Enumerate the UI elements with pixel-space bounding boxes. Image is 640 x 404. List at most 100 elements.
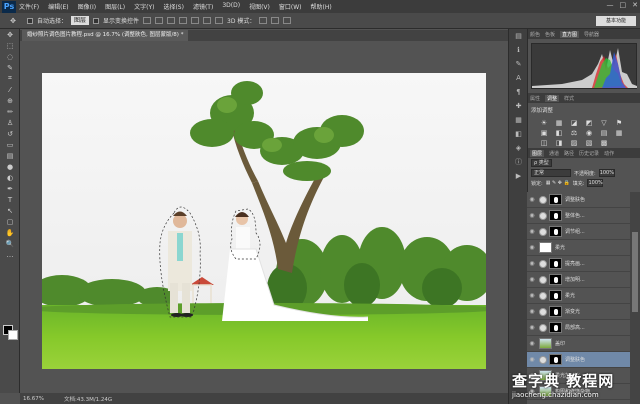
posterize-icon[interactable]: ◨: [555, 139, 563, 147]
channel-mixer-icon[interactable]: ▤: [600, 129, 608, 137]
tab-layers[interactable]: 图层: [530, 149, 545, 157]
menu-image[interactable]: 图像(I): [78, 2, 96, 11]
levels-icon[interactable]: ▦: [555, 119, 563, 127]
3d-roll-icon[interactable]: [271, 17, 280, 24]
paragraph-panel-icon[interactable]: ¶: [509, 85, 528, 99]
exposure-icon[interactable]: ◩: [585, 119, 593, 127]
layer-row[interactable]: ◉ 渐变光: [527, 304, 630, 320]
crop-tool[interactable]: ⌗: [0, 73, 20, 84]
maximize-icon[interactable]: □: [620, 1, 627, 9]
align-middle-icon[interactable]: [155, 17, 164, 24]
zoom-level[interactable]: 16.67%: [23, 396, 44, 402]
visibility-eye-icon[interactable]: ◉: [527, 276, 537, 283]
visibility-eye-icon[interactable]: ◉: [527, 292, 537, 299]
menu-type[interactable]: 文字(Y): [134, 2, 154, 11]
move-tool[interactable]: ✥: [0, 29, 20, 40]
photo-filter-icon[interactable]: ◉: [585, 129, 593, 137]
align-top-icon[interactable]: [143, 17, 152, 24]
clone-stamp-tool[interactable]: ♙: [0, 117, 20, 128]
hue-saturation-icon[interactable]: ▣: [540, 129, 548, 137]
gradient-tool[interactable]: ▤: [0, 150, 20, 161]
layer-row[interactable]: ◉ 增加明...: [527, 272, 630, 288]
visibility-eye-icon[interactable]: ◉: [527, 244, 537, 251]
tab-adjustments[interactable]: 调整: [545, 94, 560, 102]
quick-select-tool[interactable]: ✎: [0, 62, 20, 73]
gradient-map2-icon[interactable]: ▩: [600, 139, 608, 147]
menu-edit[interactable]: 编辑(E): [48, 2, 68, 11]
document-tab[interactable]: 婚纱照片调色图片教程.psd @ 16.7% (调整肤色, 图层蒙版/8) *: [22, 30, 189, 41]
menu-window[interactable]: 窗口(W): [279, 2, 302, 11]
actions-panel-icon[interactable]: ▶: [509, 169, 528, 183]
3d-rotate-icon[interactable]: [259, 17, 268, 24]
tab-channels[interactable]: 通道: [549, 150, 559, 157]
layer-row[interactable]: ◉ 柔光: [527, 288, 630, 304]
layer-mask-thumbnail[interactable]: [549, 290, 562, 301]
tab-color[interactable]: 颜色: [530, 31, 540, 38]
layer-row[interactable]: ◉ 柔光: [527, 240, 630, 256]
color-balance-icon[interactable]: ◧: [555, 129, 563, 137]
blend-mode-select[interactable]: 正常: [531, 169, 571, 177]
history-brush-tool[interactable]: ↺: [0, 128, 20, 139]
info-panel-icon[interactable]: ⓘ: [509, 155, 528, 169]
visibility-eye-icon[interactable]: ◉: [527, 356, 537, 363]
visibility-eye-icon[interactable]: ◉: [527, 340, 537, 347]
brush-panel-icon[interactable]: ✎: [509, 57, 528, 71]
distribute-bottom-icon[interactable]: [203, 17, 212, 24]
lasso-tool[interactable]: ◌: [0, 51, 20, 62]
curves-icon[interactable]: ◪: [570, 119, 578, 127]
layer-row[interactable]: ◉ 整体色...: [527, 208, 630, 224]
show-transform-checkbox[interactable]: [93, 17, 100, 24]
zoom-tool[interactable]: 🔍: [0, 238, 20, 249]
color-lookup-icon[interactable]: ▦: [615, 129, 623, 137]
fill-field[interactable]: 100%: [587, 179, 604, 187]
move-tool-icon[interactable]: ✥: [3, 15, 23, 26]
brightness-icon[interactable]: ☀: [540, 119, 548, 127]
distribute-middle-icon[interactable]: [191, 17, 200, 24]
menu-layer[interactable]: 图层(L): [105, 2, 125, 11]
blur-tool[interactable]: ●: [0, 161, 20, 172]
close-icon[interactable]: ✕: [632, 1, 638, 9]
tab-actions[interactable]: 动作: [604, 150, 614, 157]
layer-row[interactable]: ◉ 提亮画...: [527, 256, 630, 272]
history-panel-icon[interactable]: ▤: [509, 29, 528, 43]
layer-row[interactable]: ◉ 调整肤色: [527, 352, 630, 368]
auto-align-icon[interactable]: [215, 17, 224, 24]
shape-tool[interactable]: ▢: [0, 216, 20, 227]
menu-select[interactable]: 选择(S): [163, 2, 184, 11]
layer-row[interactable]: ◉ 调整肤色: [527, 192, 630, 208]
visibility-eye-icon[interactable]: ◉: [527, 260, 537, 267]
visibility-eye-icon[interactable]: ◉: [527, 228, 537, 235]
layer-row[interactable]: ◉ 局部高...: [527, 320, 630, 336]
opacity-field[interactable]: 100%: [598, 169, 615, 177]
layer-row[interactable]: ◉ 调节组...: [527, 224, 630, 240]
workspace-select[interactable]: 基本功能: [596, 16, 636, 26]
styles-panel-icon[interactable]: ◧: [509, 127, 528, 141]
type-tool[interactable]: T: [0, 194, 20, 205]
minimize-icon[interactable]: —: [607, 1, 614, 9]
dodge-tool[interactable]: ◐: [0, 172, 20, 183]
invert-icon[interactable]: ◫: [540, 139, 548, 147]
menu-3d[interactable]: 3D(D): [222, 2, 240, 11]
background-color-swatch[interactable]: [8, 330, 18, 340]
more-tools[interactable]: …: [0, 249, 20, 260]
vibrance-icon[interactable]: ▽: [600, 119, 608, 127]
layer-mask-thumbnail[interactable]: [549, 226, 562, 237]
tab-styles[interactable]: 样式: [564, 95, 574, 102]
marquee-tool[interactable]: ⬚: [0, 40, 20, 51]
tab-properties[interactable]: 属性: [530, 95, 540, 102]
tab-swatches[interactable]: 色板: [545, 31, 555, 38]
gradient-map-icon[interactable]: ⚑: [615, 119, 623, 127]
character-panel-icon[interactable]: A: [509, 71, 528, 85]
layer-mask-thumbnail[interactable]: [549, 322, 562, 333]
auto-select-checkbox[interactable]: [27, 17, 33, 24]
tool-presets-icon[interactable]: ✚: [509, 99, 528, 113]
healing-tool[interactable]: ⊕: [0, 95, 20, 106]
layer-row[interactable]: ◉ 盖印: [527, 336, 630, 352]
eraser-tool[interactable]: ▭: [0, 139, 20, 150]
navigator-panel-icon[interactable]: ◈: [509, 141, 528, 155]
visibility-eye-icon[interactable]: ◉: [527, 196, 537, 203]
lock-icons[interactable]: ▦ ✎ ✥ 🔒: [546, 180, 570, 186]
layer-mask-thumbnail[interactable]: [549, 194, 562, 205]
layer-mask-thumbnail[interactable]: [549, 354, 562, 365]
visibility-eye-icon[interactable]: ◉: [527, 324, 537, 331]
